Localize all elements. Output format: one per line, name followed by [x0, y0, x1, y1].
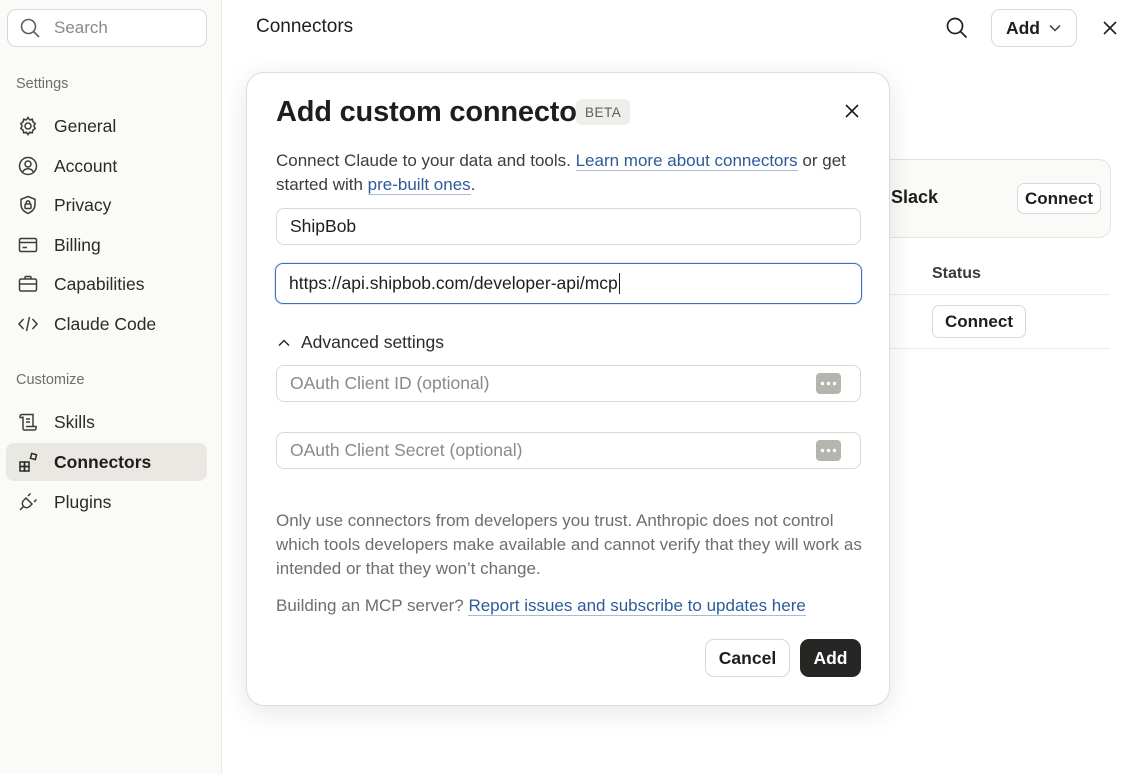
sidebar-item-connectors[interactable]: Connectors [6, 443, 207, 481]
oauth-client-secret-field[interactable]: OAuth Client Secret (optional) [276, 432, 861, 469]
briefcase-icon [17, 273, 39, 295]
sidebar-item-plugins[interactable]: Plugins [6, 483, 207, 521]
connector-card-title: Slack [891, 187, 939, 207]
header-add-button[interactable]: Add [991, 9, 1077, 47]
connector-url-value: https://api.shipbob.com/developer-api/mc… [289, 273, 618, 293]
cancel-button[interactable]: Cancel [705, 639, 790, 677]
sidebar-item-skills[interactable]: Skills [6, 403, 207, 441]
chevron-down-icon [1049, 24, 1061, 32]
desc-text: Connect Claude to your data and tools. [276, 151, 576, 170]
divider [880, 348, 1110, 349]
modal-title: Add custom connector [276, 96, 588, 128]
blocks-icon [17, 451, 39, 473]
add-button[interactable]: Add [800, 639, 861, 677]
mcp-note-text: Building an MCP server? [276, 596, 469, 615]
oauth-client-id-placeholder: OAuth Client ID (optional) [290, 373, 490, 393]
password-manager-icon[interactable] [816, 440, 841, 461]
connector-name-field[interactable]: ShipBob [276, 208, 861, 245]
sidebar-item-general[interactable]: General [6, 107, 207, 145]
mcp-note: Building an MCP server? Report issues an… [276, 596, 806, 616]
sidebar-item-label: Billing [54, 234, 101, 255]
search-box[interactable] [7, 9, 207, 47]
sidebar: Settings General Account Privacy Billing… [0, 0, 222, 774]
credit-card-icon [17, 234, 39, 256]
gear-icon [17, 115, 39, 137]
connector-name-value: ShipBob [290, 216, 357, 236]
sidebar-item-account[interactable]: Account [6, 147, 207, 185]
header-close-button[interactable] [1100, 18, 1120, 38]
sidebar-item-claude-code[interactable]: Claude Code [6, 305, 207, 343]
connector-url-field[interactable]: https://api.shipbob.com/developer-api/mc… [275, 263, 862, 304]
user-circle-icon [17, 155, 39, 177]
trust-warning: Only use connectors from developers you … [276, 511, 862, 578]
sidebar-item-privacy[interactable]: Privacy [6, 186, 207, 224]
sidebar-item-billing[interactable]: Billing [6, 226, 207, 264]
sidebar-item-label: Connectors [54, 451, 152, 472]
sidebar-item-label: Privacy [54, 194, 112, 215]
scroll-icon [17, 411, 39, 433]
close-icon [1103, 21, 1117, 35]
shield-lock-icon [17, 194, 39, 216]
header-add-label: Add [1005, 17, 1041, 38]
row-connect-button[interactable]: Connect [932, 305, 1026, 338]
sidebar-item-label: General [54, 115, 117, 136]
divider [880, 294, 1110, 295]
advanced-settings-toggle[interactable]: Advanced settings [277, 332, 444, 353]
sidebar-item-label: Capabilities [54, 273, 145, 294]
search-input[interactable] [54, 18, 194, 38]
sidebar-item-label: Plugins [54, 491, 112, 512]
code-icon [17, 313, 39, 335]
sidebar-item-capabilities[interactable]: Capabilities [6, 265, 207, 303]
learn-more-link[interactable]: Learn more about connectors [575, 151, 798, 171]
header-search-button[interactable] [944, 15, 970, 41]
add-connector-modal: Add custom connector BETA Connect Claude… [246, 72, 890, 706]
status-column-header: Status [932, 265, 981, 282]
sidebar-item-label: Skills [54, 411, 95, 432]
search-icon [946, 17, 968, 39]
desc-text: . [470, 175, 476, 194]
password-manager-icon[interactable] [816, 373, 841, 394]
settings-section-label: Settings [16, 76, 69, 92]
sidebar-item-label: Claude Code [54, 313, 157, 334]
page-title: Connectors [256, 16, 354, 37]
plug-icon [17, 491, 39, 513]
pre-built-link[interactable]: pre-built ones [367, 175, 471, 195]
report-issues-link[interactable]: Report issues and subscribe to updates h… [468, 596, 806, 616]
beta-badge: BETA [576, 99, 631, 125]
oauth-client-secret-placeholder: OAuth Client Secret (optional) [290, 440, 523, 460]
text-caret [618, 273, 621, 294]
close-icon [845, 104, 859, 118]
customize-section-label: Customize [16, 372, 85, 388]
modal-description: Connect Claude to your data and tools. L… [276, 149, 866, 197]
modal-close-button[interactable] [841, 100, 863, 122]
search-icon [18, 16, 42, 40]
advanced-settings-label: Advanced settings [301, 332, 445, 352]
card-connect-button[interactable]: Connect [1017, 183, 1101, 214]
chevron-up-icon [277, 335, 293, 351]
oauth-client-id-field[interactable]: OAuth Client ID (optional) [276, 365, 861, 402]
sidebar-item-label: Account [54, 155, 118, 176]
